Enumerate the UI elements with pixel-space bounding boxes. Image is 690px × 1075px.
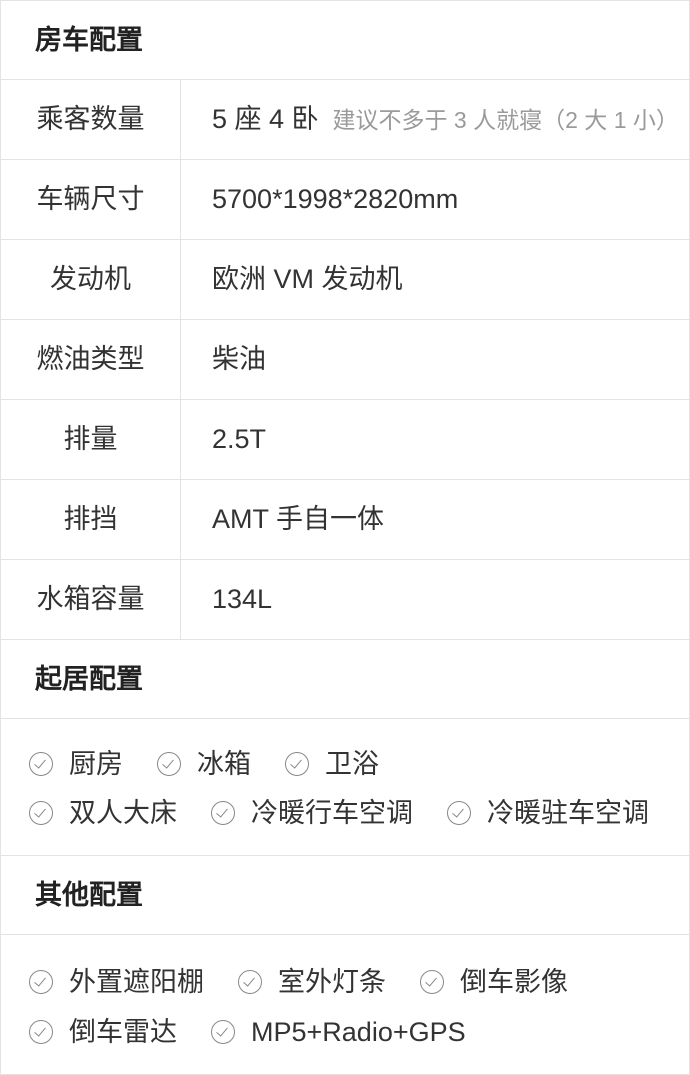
section-title: 起居配置	[35, 664, 143, 694]
feature-item: 外置遮阳棚	[29, 962, 204, 1002]
spec-value: 欧洲 VM 发动机	[212, 264, 403, 294]
spec-row-fuel-type: 燃油类型 柴油	[1, 320, 689, 400]
feature-item: 倒车雷达	[29, 1012, 177, 1052]
feature-item: 卫浴	[285, 744, 379, 784]
spec-row-dimensions: 车辆尺寸 5700*1998*2820mm	[1, 160, 689, 240]
rv-config-card: 房车配置 乘客数量 5 座 4 卧建议不多于 3 人就寝（2 大 1 小） 车辆…	[0, 0, 690, 1075]
spec-label: 排量	[1, 400, 181, 479]
spec-value: 2.5T	[212, 424, 267, 454]
spec-row-engine: 发动机 欧洲 VM 发动机	[1, 240, 689, 320]
section-rv-config: 房车配置	[1, 1, 689, 80]
living-feature-list: 厨房 冰箱 卫浴 双人大床 冷暖行车空调 冷暖驻车空调	[1, 719, 689, 856]
spec-note: 建议不多于 3 人就寝（2 大 1 小）	[332, 107, 679, 133]
spec-label: 排挡	[1, 480, 181, 559]
check-circle-icon	[211, 801, 235, 825]
check-circle-icon	[29, 752, 53, 776]
spec-value: 柴油	[212, 344, 266, 374]
check-circle-icon	[285, 752, 309, 776]
feature-label: 厨房	[69, 749, 123, 779]
feature-label: 卫浴	[325, 749, 379, 779]
check-circle-icon	[420, 970, 444, 994]
spec-label: 燃油类型	[1, 320, 181, 399]
section-title: 其他配置	[35, 880, 143, 910]
spec-row-passengers: 乘客数量 5 座 4 卧建议不多于 3 人就寝（2 大 1 小）	[1, 80, 689, 160]
spec-row-transmission: 排挡 AMT 手自一体	[1, 480, 689, 560]
check-circle-icon	[29, 801, 53, 825]
feature-item: 冷暖行车空调	[211, 793, 413, 833]
feature-item: 室外灯条	[238, 962, 386, 1002]
feature-label: 冷暖驻车空调	[487, 798, 649, 828]
feature-label: 冰箱	[197, 749, 251, 779]
spec-label: 水箱容量	[1, 560, 181, 639]
spec-label: 车辆尺寸	[1, 160, 181, 239]
section-title: 房车配置	[35, 25, 143, 55]
spec-row-water-tank: 水箱容量 134L	[1, 560, 689, 640]
spec-value: 5700*1998*2820mm	[212, 184, 459, 214]
feature-label: 倒车影像	[460, 967, 568, 997]
feature-label: 室外灯条	[278, 967, 386, 997]
check-circle-icon	[238, 970, 262, 994]
feature-label: 外置遮阳棚	[69, 967, 204, 997]
feature-label: 倒车雷达	[69, 1017, 177, 1047]
feature-label: MP5+Radio+GPS	[251, 1017, 466, 1047]
spec-value-text: 5 座 4 卧	[212, 104, 319, 134]
feature-item: 双人大床	[29, 793, 177, 833]
check-circle-icon	[29, 970, 53, 994]
section-other-config: 其他配置	[1, 856, 689, 935]
feature-item: MP5+Radio+GPS	[211, 1012, 466, 1052]
feature-item: 冷暖驻车空调	[447, 793, 649, 833]
section-living-config: 起居配置	[1, 640, 689, 719]
check-circle-icon	[29, 1020, 53, 1044]
feature-item: 倒车影像	[420, 962, 568, 1002]
check-circle-icon	[157, 752, 181, 776]
check-circle-icon	[211, 1020, 235, 1044]
spec-label: 乘客数量	[1, 80, 181, 159]
spec-value: AMT 手自一体	[212, 504, 385, 534]
check-circle-icon	[447, 801, 471, 825]
spec-value: 5 座 4 卧建议不多于 3 人就寝（2 大 1 小）	[212, 80, 679, 160]
other-feature-list: 外置遮阳棚 室外灯条 倒车影像 倒车雷达 MP5+Radio+GPS	[1, 935, 689, 1074]
spec-value: 134L	[212, 584, 273, 614]
feature-label: 双人大床	[69, 798, 177, 828]
feature-item: 冰箱	[157, 744, 251, 784]
feature-label: 冷暖行车空调	[251, 798, 413, 828]
spec-row-displacement: 排量 2.5T	[1, 400, 689, 480]
feature-item: 厨房	[29, 744, 123, 784]
spec-label: 发动机	[1, 240, 181, 319]
